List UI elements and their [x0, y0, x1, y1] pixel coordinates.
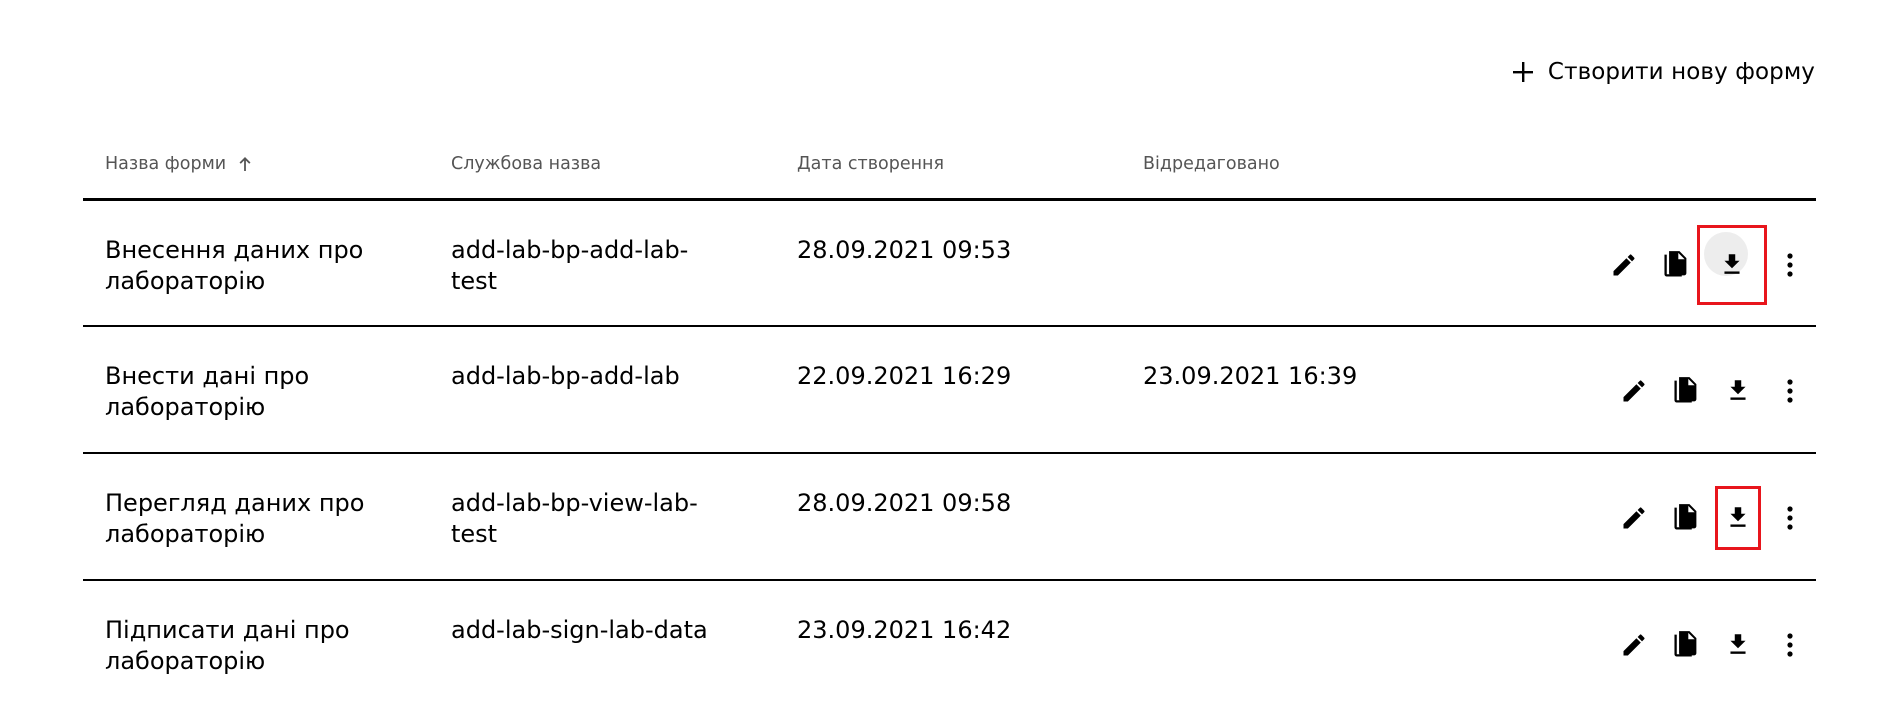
more-vertical-icon — [1787, 633, 1793, 657]
row-actions — [1608, 365, 1816, 417]
row-actions — [1608, 619, 1816, 671]
form-service-name: add-lab-bp-add-lab — [451, 362, 680, 390]
plus-icon — [1512, 62, 1533, 82]
edit-button[interactable] — [1598, 239, 1650, 291]
download-button[interactable] — [1697, 225, 1767, 305]
form-title: Внести дані про лабораторію — [105, 362, 310, 421]
form-created-date: 28.09.2021 09:58 — [797, 489, 1012, 517]
edit-button[interactable] — [1608, 365, 1660, 417]
table-row: Внести дані про лабораторію add-lab-bp-a… — [83, 327, 1816, 454]
table-row: Внесення даних про лабораторію add-lab-b… — [83, 201, 1816, 327]
more-vertical-icon — [1787, 379, 1793, 403]
copy-icon — [1674, 504, 1697, 530]
forms-page: Створити нову форму Назва форми Службова… — [0, 0, 1900, 706]
more-button[interactable] — [1764, 239, 1816, 291]
table-header: Назва форми Службова назва Дата створенн… — [83, 140, 1816, 201]
form-title: Внесення даних про лабораторію — [105, 236, 364, 295]
copy-button[interactable] — [1660, 365, 1712, 417]
form-title: Перегляд даних про лабораторію — [105, 489, 365, 548]
copy-button[interactable] — [1660, 619, 1712, 671]
download-icon — [1730, 507, 1746, 527]
copy-button[interactable] — [1660, 492, 1712, 544]
pencil-icon — [1613, 254, 1635, 276]
table-row: Перегляд даних про лабораторію add-lab-b… — [83, 454, 1816, 581]
download-icon — [1730, 634, 1746, 654]
table-row: Підписати дані про лабораторію add-lab-s… — [83, 581, 1816, 706]
download-button[interactable] — [1712, 365, 1764, 417]
download-icon — [1730, 380, 1746, 400]
column-header-created[interactable]: Дата створення — [797, 154, 944, 174]
copy-icon — [1664, 251, 1687, 277]
row-actions — [1598, 225, 1816, 305]
copy-icon — [1674, 377, 1697, 403]
edit-button[interactable] — [1608, 492, 1660, 544]
download-button[interactable] — [1712, 619, 1764, 671]
pencil-icon — [1623, 380, 1645, 402]
more-button[interactable] — [1764, 365, 1816, 417]
form-service-name: add-lab-bp-add-lab- test — [451, 236, 689, 295]
download-button[interactable] — [1715, 486, 1761, 550]
form-edited-date: 23.09.2021 16:39 — [1143, 362, 1358, 390]
create-form-label: Створити нову форму — [1547, 59, 1815, 85]
form-created-date: 23.09.2021 16:42 — [797, 616, 1012, 644]
column-header-service-name[interactable]: Службова назва — [451, 154, 601, 174]
form-created-date: 28.09.2021 09:53 — [797, 236, 1012, 264]
pencil-icon — [1623, 507, 1645, 529]
column-header-edited[interactable]: Відредаговано — [1143, 154, 1280, 174]
copy-icon — [1674, 631, 1697, 657]
more-button[interactable] — [1764, 492, 1816, 544]
arrow-up-icon — [239, 157, 251, 171]
form-created-date: 22.09.2021 16:29 — [797, 362, 1012, 390]
forms-table: Назва форми Службова назва Дата створенн… — [83, 140, 1816, 706]
more-button[interactable] — [1764, 619, 1816, 671]
column-header-title[interactable]: Назва форми — [105, 154, 254, 174]
form-title: Підписати дані про лабораторію — [105, 616, 350, 675]
more-vertical-icon — [1787, 506, 1793, 530]
download-icon — [1724, 254, 1740, 274]
create-form-button[interactable]: Створити нову форму — [1512, 52, 1815, 92]
copy-button[interactable] — [1650, 239, 1702, 291]
pencil-icon — [1623, 634, 1645, 656]
row-actions — [1608, 486, 1816, 550]
edit-button[interactable] — [1608, 619, 1660, 671]
more-vertical-icon — [1787, 253, 1793, 277]
form-service-name: add-lab-sign-lab-data — [451, 616, 708, 644]
form-service-name: add-lab-bp-view-lab- test — [451, 489, 698, 548]
